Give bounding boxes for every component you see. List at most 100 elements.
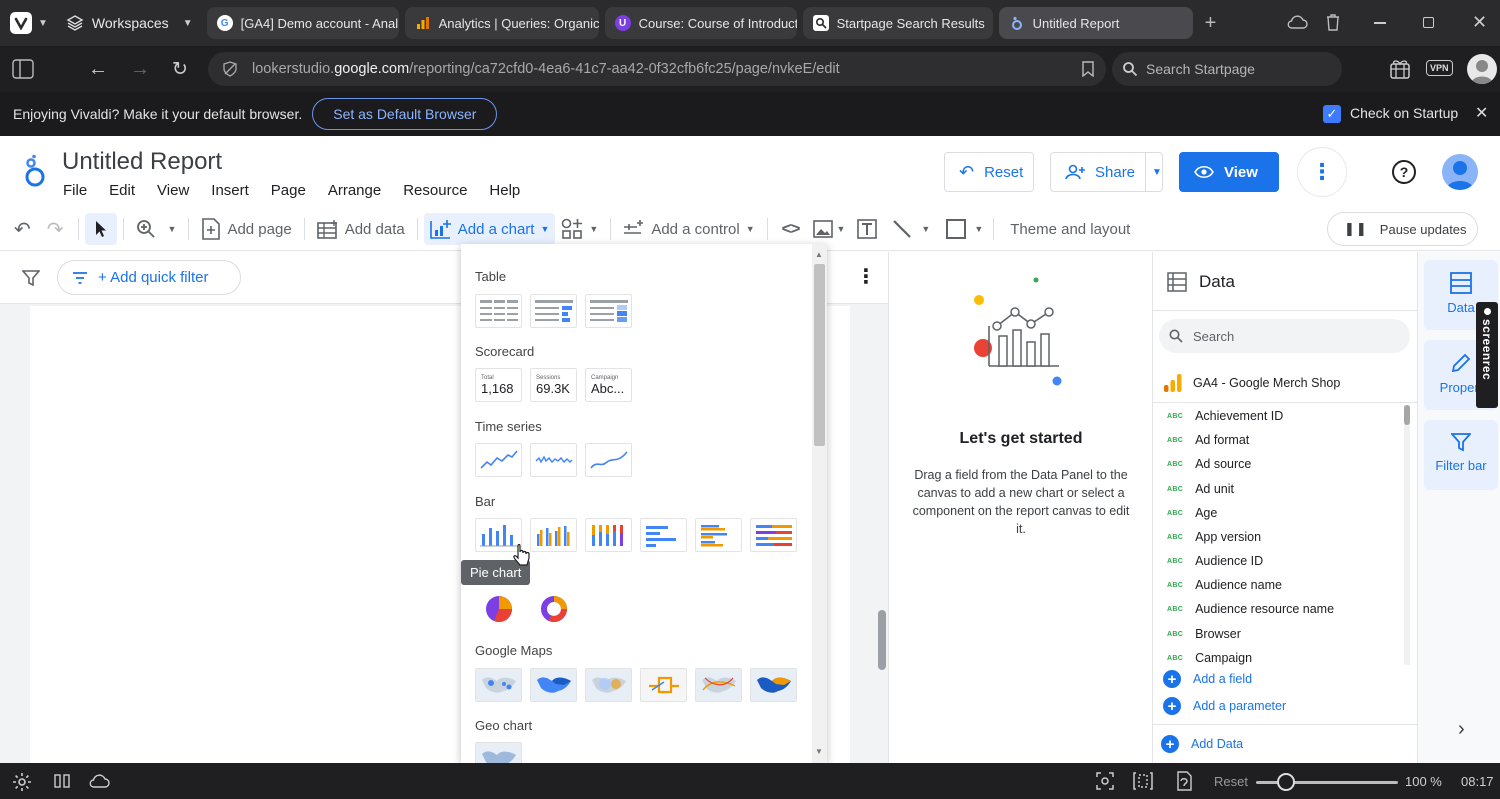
fields-scrollbar[interactable] xyxy=(1404,405,1410,665)
page-tiling-icon[interactable] xyxy=(1133,772,1153,790)
chart-option-combo-map[interactable] xyxy=(695,668,742,702)
field-item[interactable]: ABC Audience resource name xyxy=(1167,602,1334,616)
sync-cloud-icon[interactable] xyxy=(88,773,110,789)
fields-scrollbar-thumb[interactable] xyxy=(1404,405,1410,425)
cloud-icon[interactable] xyxy=(1286,13,1308,31)
page-actions-icon[interactable] xyxy=(1175,771,1193,791)
chart-option-scorecard-total[interactable]: Total 1,168 xyxy=(475,368,522,402)
vpn-badge[interactable]: VPN xyxy=(1426,60,1453,76)
chart-option-line-map[interactable] xyxy=(640,668,687,702)
back-icon[interactable]: ← xyxy=(88,58,108,81)
text-box-icon[interactable] xyxy=(857,219,878,239)
tab-analytics-queries[interactable]: Analytics | Queries: Organic xyxy=(404,7,599,39)
profile-avatar[interactable] xyxy=(1467,54,1497,84)
bookmark-icon[interactable] xyxy=(1082,61,1094,77)
redo-icon[interactable]: ↷ xyxy=(47,217,64,242)
field-item[interactable]: ABC Achievement ID xyxy=(1167,409,1283,423)
shape-tool-icon[interactable] xyxy=(946,219,967,239)
tab-untitled-report[interactable]: Untitled Report xyxy=(998,7,1193,39)
line-tool-icon[interactable] xyxy=(891,218,913,240)
field-item[interactable]: ABC Audience ID xyxy=(1167,554,1263,568)
field-item[interactable]: ABC Ad source xyxy=(1167,457,1251,471)
forward-icon[interactable]: → xyxy=(130,58,150,81)
tab-ga4-demo[interactable]: G [GA4] Demo account - Anal xyxy=(206,7,399,39)
select-tool-icon[interactable] xyxy=(84,213,117,245)
data-search-field[interactable]: Search xyxy=(1159,319,1410,353)
chevron-down-icon[interactable]: ▼ xyxy=(974,224,983,234)
chart-option-table-bars[interactable] xyxy=(530,294,577,328)
add-page-button[interactable]: Add page xyxy=(195,213,297,245)
add-parameter-button[interactable]: + Add a parameter xyxy=(1163,697,1286,715)
scroll-up-icon[interactable]: ▲ xyxy=(815,250,823,259)
chevron-down-icon[interactable]: ▼ xyxy=(921,224,930,234)
view-button[interactable]: View xyxy=(1179,152,1279,192)
close-notification-icon[interactable]: ✕ xyxy=(1475,103,1488,123)
canvas-scrollbar[interactable] xyxy=(878,610,886,670)
menu-arrange[interactable]: Arrange xyxy=(328,182,381,199)
menu-scrollbar-thumb[interactable] xyxy=(814,264,825,446)
new-tab-icon[interactable]: + xyxy=(1205,12,1217,35)
search-startpage-field[interactable]: Search Startpage xyxy=(1112,52,1342,86)
chevron-right-icon[interactable]: › xyxy=(1458,718,1465,741)
menu-resource[interactable]: Resource xyxy=(403,182,467,199)
chart-option-table[interactable] xyxy=(475,294,522,328)
panel-toggle-icon[interactable] xyxy=(12,59,34,79)
chevron-down-icon[interactable]: ▼ xyxy=(836,224,845,234)
pause-updates-button[interactable]: ❚❚ Pause updates xyxy=(1327,212,1478,246)
chart-option-grouped-bar[interactable] xyxy=(695,518,742,552)
chart-option-heatmap-map[interactable] xyxy=(585,668,632,702)
chart-option-filled-map[interactable] xyxy=(530,668,577,702)
scroll-down-icon[interactable]: ▼ xyxy=(815,747,823,756)
filter-icon[interactable] xyxy=(22,269,40,287)
zoom-reset-button[interactable]: Reset xyxy=(1214,774,1248,789)
field-item[interactable]: ABC App version xyxy=(1167,530,1261,544)
menu-edit[interactable]: Edit xyxy=(109,182,135,199)
workspaces-button[interactable]: Workspaces ▼ xyxy=(66,14,193,32)
chart-option-scorecard-text[interactable]: Campaign Abc... xyxy=(585,368,632,402)
theme-layout-button[interactable]: Theme and layout xyxy=(1010,221,1130,238)
chart-option-sparkline[interactable] xyxy=(530,443,577,477)
field-item[interactable]: ABC Campaign xyxy=(1167,651,1252,665)
trash-icon[interactable] xyxy=(1324,12,1342,32)
set-default-browser-button[interactable]: Set as Default Browser xyxy=(312,98,498,130)
share-dropdown-icon[interactable]: ▼ xyxy=(1145,153,1168,191)
chart-option-smoothed-time-series[interactable] xyxy=(585,443,632,477)
tab-course[interactable]: U Course: Course of Introducti xyxy=(604,7,797,39)
user-avatar[interactable] xyxy=(1442,154,1478,190)
chart-option-donut[interactable] xyxy=(530,592,577,626)
maximize-icon[interactable] xyxy=(1423,17,1434,28)
tab-startpage[interactable]: Startpage Search Results xyxy=(802,7,993,39)
add-chart-button[interactable]: Add a chart ▼ xyxy=(423,213,556,245)
embed-code-icon[interactable]: <> xyxy=(782,219,801,239)
chart-option-filled-line-map[interactable] xyxy=(750,668,797,702)
reload-icon[interactable]: ↻ xyxy=(172,58,188,81)
chevron-down-icon[interactable]: ▼ xyxy=(38,18,48,29)
menu-help[interactable]: Help xyxy=(489,182,520,199)
chart-option-geo-chart[interactable] xyxy=(475,742,522,763)
community-viz-button[interactable]: ▼ xyxy=(555,213,604,245)
field-item[interactable]: ABC Age xyxy=(1167,506,1217,520)
data-source-row[interactable]: GA4 - Google Merch Shop xyxy=(1163,373,1340,393)
more-vertical-icon[interactable]: ⋮ xyxy=(856,264,876,289)
menu-file[interactable]: File xyxy=(63,182,87,199)
rail-filter-bar-button[interactable]: Filter bar xyxy=(1424,420,1498,490)
field-item[interactable]: ABC Audience name xyxy=(1167,578,1282,592)
menu-insert[interactable]: Insert xyxy=(211,182,249,199)
more-options-icon[interactable]: ⋮ xyxy=(1297,147,1347,197)
undo-icon[interactable]: ↶ xyxy=(14,217,31,242)
zoom-slider-handle[interactable] xyxy=(1277,773,1295,791)
add-control-button[interactable]: Add a control ▼ xyxy=(617,213,760,245)
report-title[interactable]: Untitled Report xyxy=(62,148,222,176)
image-icon[interactable] xyxy=(813,220,834,238)
minimize-icon[interactable] xyxy=(1374,22,1386,24)
help-icon[interactable]: ? xyxy=(1392,160,1416,184)
share-button[interactable]: Share ▼ xyxy=(1050,152,1163,192)
chart-option-scorecard-compact[interactable]: Sessions 69.3K xyxy=(530,368,577,402)
reset-button[interactable]: ↶ Reset xyxy=(944,152,1034,192)
check-startup-checkbox[interactable]: ✓ xyxy=(1323,105,1341,123)
add-data-button[interactable]: Add data xyxy=(311,213,411,245)
field-item[interactable]: ABC Ad unit xyxy=(1167,482,1234,496)
add-quick-filter-button[interactable]: + Add quick filter xyxy=(57,260,241,295)
vivaldi-menu-icon[interactable] xyxy=(10,12,32,34)
menu-view[interactable]: View xyxy=(157,182,189,199)
